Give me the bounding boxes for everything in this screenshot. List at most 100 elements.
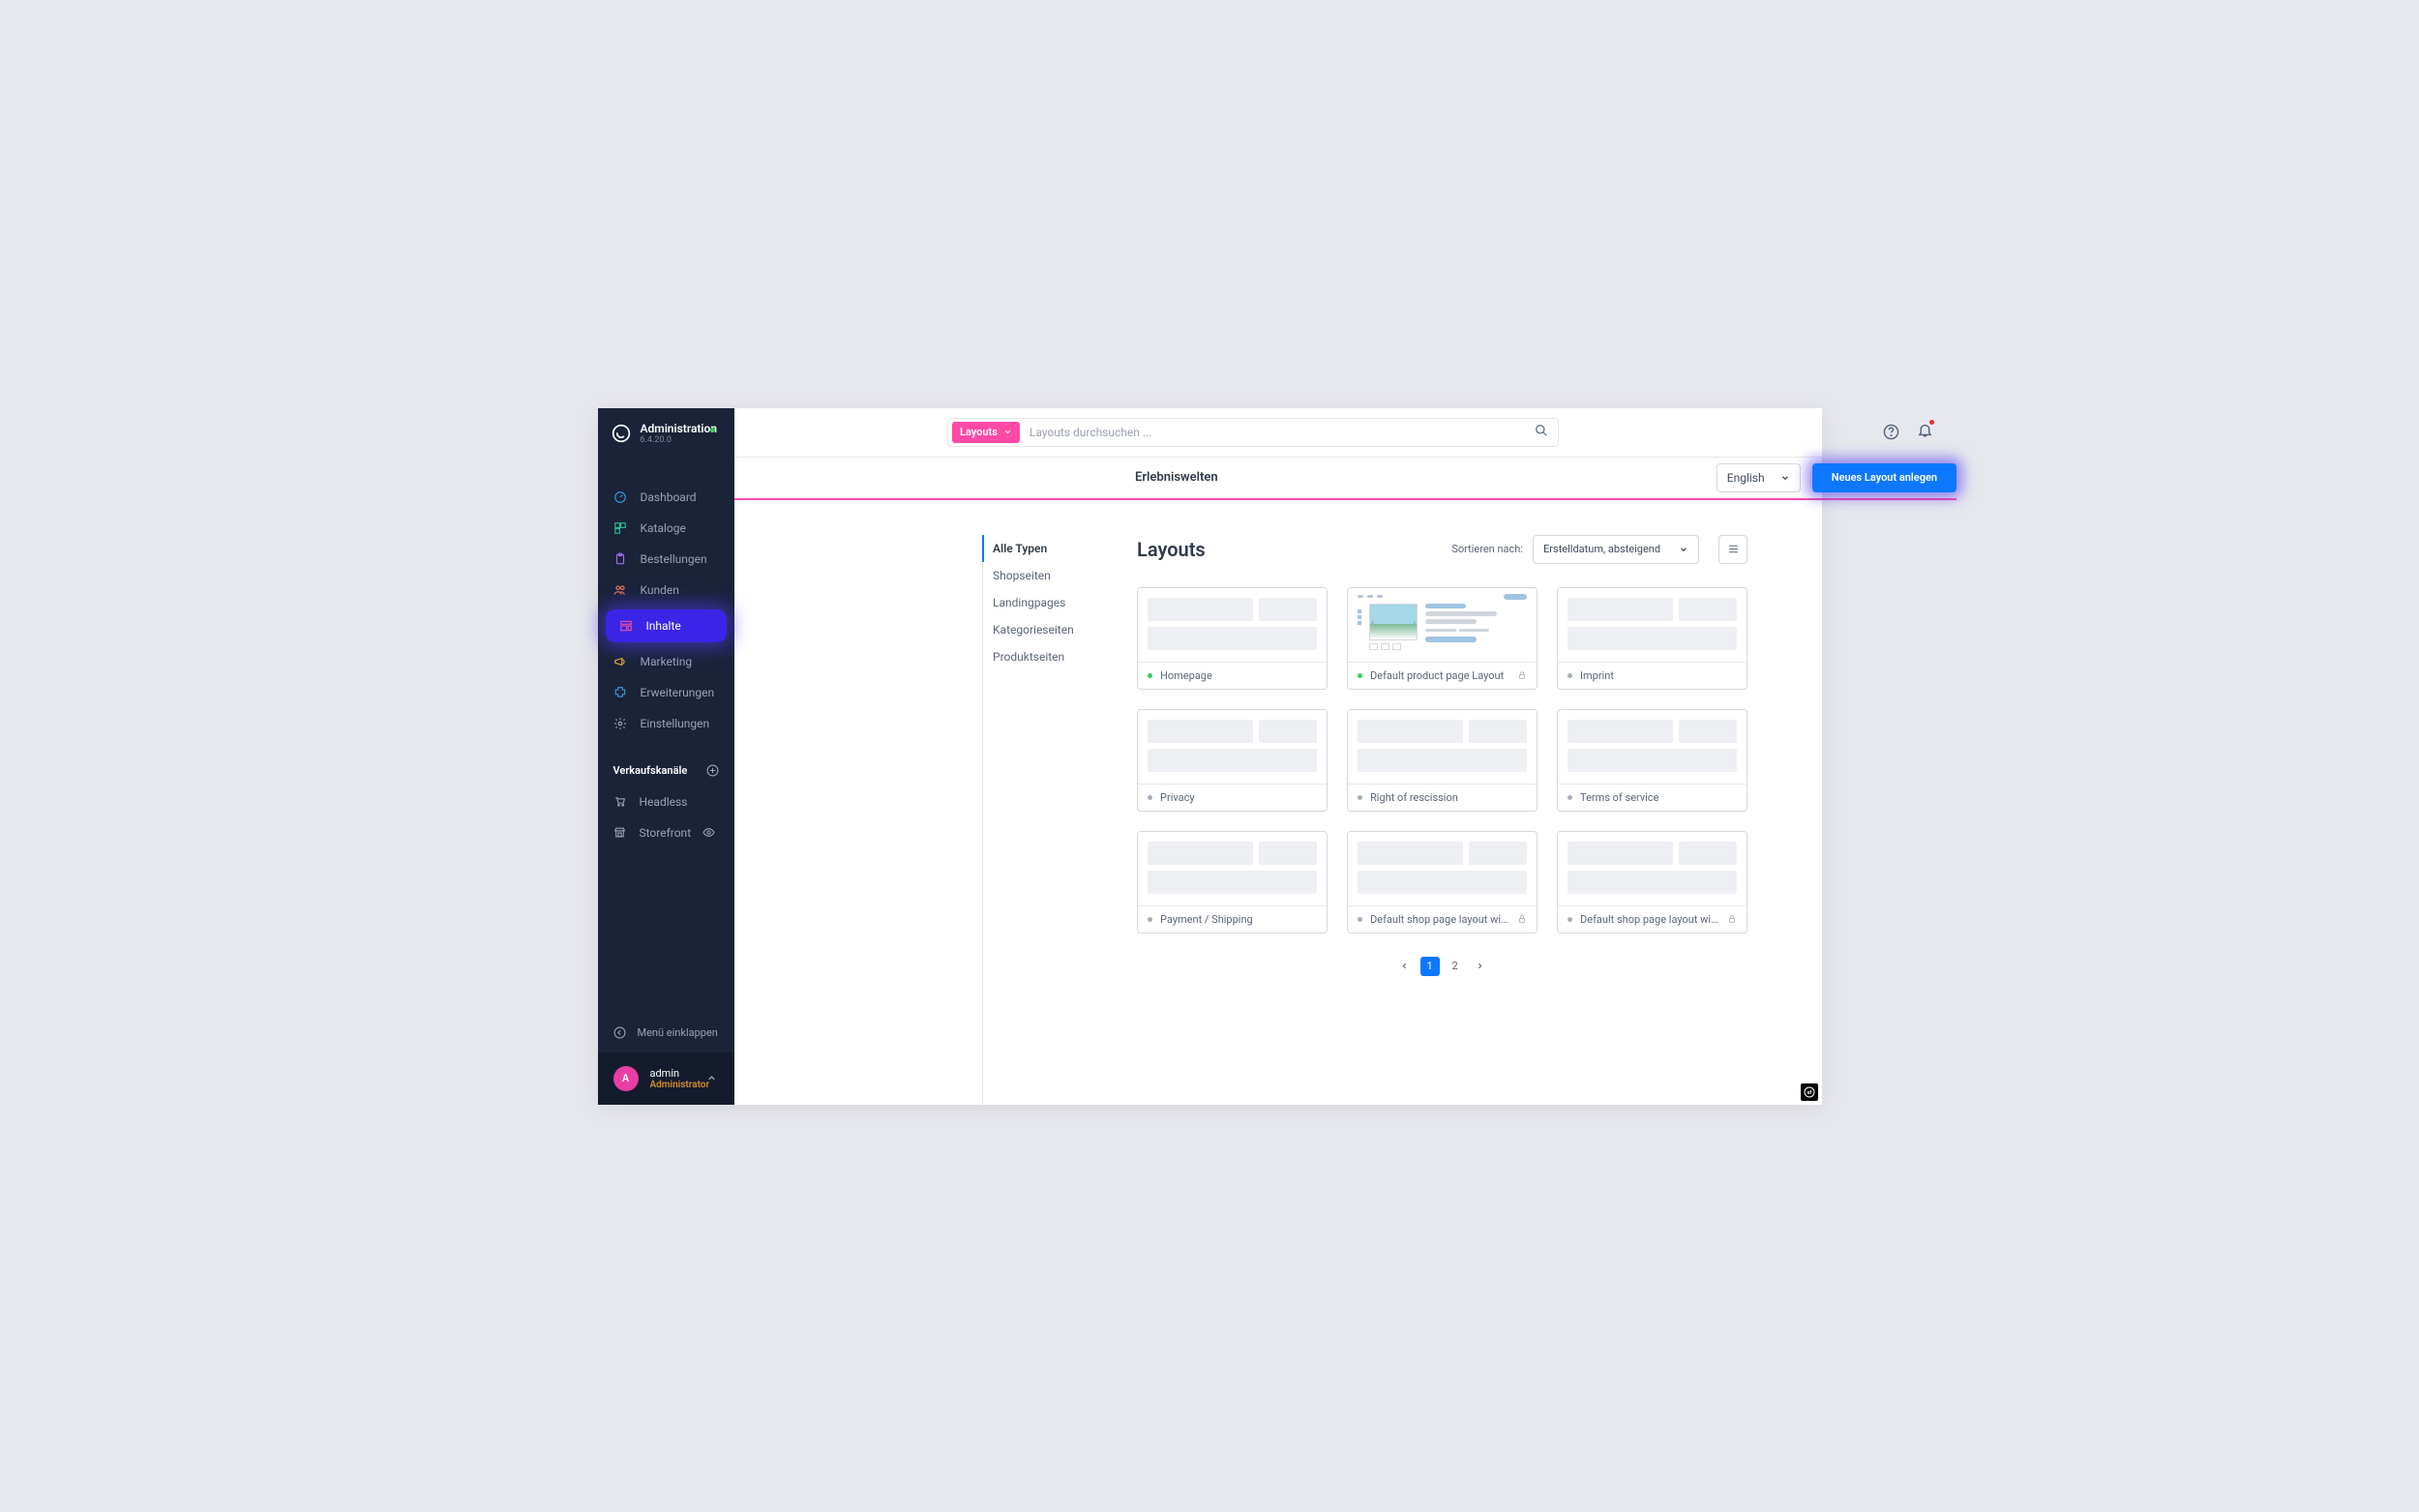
brand-version: 6.4.20.0 <box>641 435 718 445</box>
search-input[interactable] <box>1020 426 1525 439</box>
status-dot-icon <box>1148 917 1152 922</box>
user-role: Administrator <box>650 1080 710 1090</box>
layout-card[interactable]: Default shop page layout with newsle… <box>1347 831 1538 934</box>
pager-page[interactable]: 1 <box>1420 957 1440 976</box>
collapse-icon <box>613 1026 626 1039</box>
type-filter-nav: Alle TypenShopseitenLandingpagesKategori… <box>982 535 1137 1105</box>
status-dot-icon <box>1568 673 1572 678</box>
topbar: Layouts <box>734 408 1956 458</box>
status-dot-icon <box>710 428 715 432</box>
lock-icon <box>1727 914 1737 924</box>
layout-card[interactable]: Default shop page layout with contac… <box>1557 831 1747 934</box>
status-dot-icon <box>1358 917 1362 922</box>
sort-value: Erstelldatum, absteigend <box>1543 543 1660 555</box>
help-icon[interactable] <box>1883 424 1899 440</box>
layout-card[interactable]: Terms of service <box>1557 709 1747 812</box>
user-name: admin <box>650 1067 710 1080</box>
sidebar-item-label: Kunden <box>641 583 679 597</box>
sidebar-item-dashboard[interactable]: Dashboard <box>598 482 735 513</box>
status-dot-icon <box>1568 795 1572 800</box>
lock-icon <box>1517 670 1527 680</box>
layout-grid: Homepage ‹› Default product page Layout <box>1137 587 1747 934</box>
sidebar-item-label: Kataloge <box>641 521 686 535</box>
gear-icon <box>613 717 627 730</box>
layout-card[interactable]: Privacy <box>1137 709 1328 812</box>
type-filter-item[interactable]: Landingpages <box>983 589 1137 616</box>
pager-prev[interactable] <box>1395 957 1415 976</box>
status-dot-icon <box>1568 917 1572 922</box>
status-dot-icon <box>1148 795 1152 800</box>
card-name: Homepage <box>1160 669 1317 682</box>
pager-next[interactable] <box>1471 957 1490 976</box>
type-filter-item[interactable]: Produktseiten <box>983 643 1137 670</box>
eye-icon <box>702 826 715 839</box>
layout-card[interactable]: Right of rescission <box>1347 709 1538 812</box>
layout-card[interactable]: Imprint <box>1557 587 1747 690</box>
layout-card[interactable]: Homepage <box>1137 587 1328 690</box>
card-name: Default shop page layout with contac… <box>1580 913 1719 926</box>
list-icon <box>1727 543 1740 555</box>
sort-select[interactable]: Erstelldatum, absteigend <box>1533 535 1699 564</box>
search-bar: Layouts <box>947 418 1559 447</box>
sidebar-item-kunden[interactable]: Kunden <box>598 575 735 606</box>
collapse-menu[interactable]: Menü einklappen <box>598 1013 735 1052</box>
users-icon <box>613 583 627 597</box>
type-filter-item[interactable]: Shopseiten <box>983 562 1137 589</box>
sidebar-item-label: Inhalte <box>646 619 681 633</box>
search-icon[interactable] <box>1525 423 1558 441</box>
user-menu[interactable]: A admin Administrator <box>598 1052 735 1105</box>
type-filter-item[interactable]: Kategorieseiten <box>983 616 1137 643</box>
avatar: A <box>613 1066 639 1091</box>
channels-list: Headless Storefront <box>598 786 735 848</box>
pager-page[interactable]: 2 <box>1446 957 1465 976</box>
puzzle-icon <box>613 686 627 699</box>
channels-label: Verkaufskanäle <box>613 764 688 777</box>
sort-label: Sortieren nach: <box>1451 543 1523 555</box>
card-name: Default product page Layout <box>1370 669 1509 682</box>
search-scope-tag[interactable]: Layouts <box>952 422 1020 443</box>
boxes-icon <box>613 521 627 535</box>
status-dot-icon <box>1148 673 1152 678</box>
channel-storefront[interactable]: Storefront <box>598 817 735 848</box>
cart-icon <box>613 795 626 808</box>
notifications-button[interactable] <box>1917 422 1933 442</box>
brand-title: Administration <box>641 422 718 435</box>
store-icon <box>613 826 626 839</box>
new-layout-button[interactable]: Neues Layout anlegen <box>1812 463 1956 492</box>
svg-text:sf: sf <box>1807 1090 1811 1096</box>
lock-icon <box>1517 914 1527 924</box>
language-select[interactable]: English <box>1717 463 1801 492</box>
channel-headless[interactable]: Headless <box>598 786 735 817</box>
list-view-toggle[interactable] <box>1718 535 1747 564</box>
main-content: Layouts Erlebniswelten <box>734 408 1956 1105</box>
layout-card[interactable]: Payment / Shipping <box>1137 831 1328 934</box>
sidebar-item-bestellungen[interactable]: Bestellungen <box>598 544 735 575</box>
sidebar-item-inhalte[interactable]: Inhalte <box>606 609 728 642</box>
sidebar-item-label: Marketing <box>641 655 693 668</box>
search-tag-label: Layouts <box>960 426 998 438</box>
clipboard-icon <box>613 552 627 566</box>
logo-icon <box>612 424 631 443</box>
channel-label: Storefront <box>640 826 692 840</box>
layout-card[interactable]: ‹› Default product page Layout <box>1347 587 1538 690</box>
status-dot-icon <box>1358 795 1362 800</box>
chevron-down-icon <box>1780 473 1790 483</box>
type-filter-item[interactable]: Alle Typen <box>982 535 1137 562</box>
sidebar: Administration 6.4.20.0 Dashboard Katalog… <box>598 408 735 1105</box>
sidebar-item-kataloge[interactable]: Kataloge <box>598 513 735 544</box>
collapse-label: Menü einklappen <box>638 1026 718 1039</box>
list-title: Layouts <box>1137 538 1206 561</box>
chevron-down-icon <box>1679 545 1688 554</box>
add-channel-icon[interactable] <box>706 764 719 777</box>
sidebar-item-marketing[interactable]: Marketing <box>598 646 735 677</box>
sidebar-item-einstellungen[interactable]: Einstellungen <box>598 708 735 739</box>
card-name: Privacy <box>1160 791 1317 804</box>
card-name: Default shop page layout with newsle… <box>1370 913 1509 926</box>
sidebar-item-erweiterungen[interactable]: Erweiterungen <box>598 677 735 708</box>
notification-dot-icon <box>1929 420 1934 425</box>
page-header: Erlebniswelten English Neues Layout anle… <box>734 458 1956 500</box>
channels-header: Verkaufskanäle <box>598 764 735 777</box>
debug-badge-icon[interactable]: sf <box>1801 1083 1818 1101</box>
card-name: Imprint <box>1580 669 1737 682</box>
megaphone-icon <box>613 655 627 668</box>
